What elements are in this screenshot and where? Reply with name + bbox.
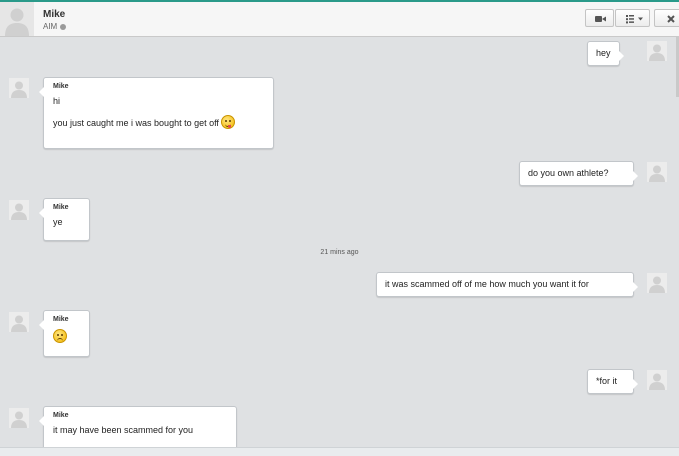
message-list[interactable]: hey Mike hi you just caught me i was bou… bbox=[0, 37, 679, 447]
message-text: you just caught me i was bought to get o… bbox=[53, 118, 219, 128]
contact-avatar[interactable] bbox=[9, 200, 29, 220]
list-menu-icon bbox=[626, 15, 643, 24]
close-icon bbox=[667, 15, 675, 23]
bubble-tail bbox=[633, 282, 638, 292]
message-text: hi bbox=[53, 96, 61, 106]
default-avatar-icon bbox=[5, 8, 29, 36]
outgoing-message: *for it bbox=[587, 369, 638, 394]
bubble-tail bbox=[39, 416, 44, 426]
bubble-tail bbox=[618, 51, 624, 61]
contact-avatar[interactable] bbox=[9, 312, 29, 332]
service-label: AIM bbox=[43, 22, 58, 31]
sender-name: Mike bbox=[53, 316, 69, 323]
options-menu-button[interactable] bbox=[615, 9, 650, 27]
outgoing-message: hey bbox=[587, 41, 624, 66]
my-avatar[interactable] bbox=[647, 273, 667, 293]
contact-avatar[interactable] bbox=[9, 78, 29, 98]
tongue-out-emoji-icon bbox=[221, 115, 236, 129]
message-text: hey bbox=[596, 48, 611, 58]
default-avatar-icon bbox=[11, 315, 27, 332]
incoming-message: Mike ye bbox=[39, 198, 90, 241]
default-avatar-icon bbox=[649, 276, 665, 293]
video-camera-icon bbox=[595, 16, 606, 22]
message-text: *for it bbox=[596, 376, 618, 386]
line-spacer bbox=[53, 106, 264, 115]
bubble-tail bbox=[633, 171, 638, 181]
default-avatar-icon bbox=[11, 411, 27, 428]
contact-status: AIM bbox=[43, 22, 67, 31]
message-text: ye bbox=[53, 217, 63, 227]
message-line: you just caught me i was bought to get o… bbox=[53, 115, 264, 129]
message-timestamp: 21 mins ago bbox=[320, 249, 359, 256]
my-avatar[interactable] bbox=[647, 162, 667, 182]
incoming-message: Mike bbox=[39, 310, 90, 357]
default-avatar-icon bbox=[11, 81, 27, 98]
incoming-message: Mike it may have been scammed for you bbox=[39, 406, 237, 447]
video-call-button[interactable] bbox=[585, 9, 614, 27]
contact-avatar[interactable] bbox=[9, 408, 29, 428]
sad-face-emoji-icon bbox=[53, 329, 67, 343]
default-avatar-icon bbox=[649, 165, 665, 182]
contact-avatar[interactable] bbox=[0, 2, 34, 36]
default-avatar-icon bbox=[11, 203, 27, 220]
sender-name: Mike bbox=[53, 83, 69, 90]
sender-name: Mike bbox=[53, 204, 69, 211]
default-avatar-icon bbox=[649, 44, 665, 61]
incoming-message: Mike hi you just caught me i was bought … bbox=[39, 77, 274, 149]
bubble-tail bbox=[633, 379, 638, 389]
message-line bbox=[53, 329, 80, 343]
bubble-tail bbox=[39, 87, 44, 97]
my-avatar[interactable] bbox=[647, 41, 667, 61]
bubble-tail bbox=[39, 320, 44, 330]
default-avatar-icon bbox=[649, 373, 665, 390]
presence-indicator-icon bbox=[60, 24, 67, 30]
sender-name: Mike bbox=[53, 412, 69, 419]
close-button[interactable] bbox=[654, 9, 679, 27]
message-text: it was scammed off of me how much you wa… bbox=[385, 279, 589, 289]
message-text: do you own athlete? bbox=[528, 168, 609, 178]
my-avatar[interactable] bbox=[647, 370, 667, 390]
message-text: it may have been scammed for you bbox=[53, 425, 194, 435]
outgoing-message: do you own athlete? bbox=[519, 161, 638, 186]
contact-name[interactable]: Mike bbox=[43, 9, 65, 20]
outgoing-message: it was scammed off of me how much you wa… bbox=[376, 272, 638, 297]
bubble-tail bbox=[39, 208, 44, 218]
conversation-header: Mike AIM bbox=[0, 2, 679, 37]
